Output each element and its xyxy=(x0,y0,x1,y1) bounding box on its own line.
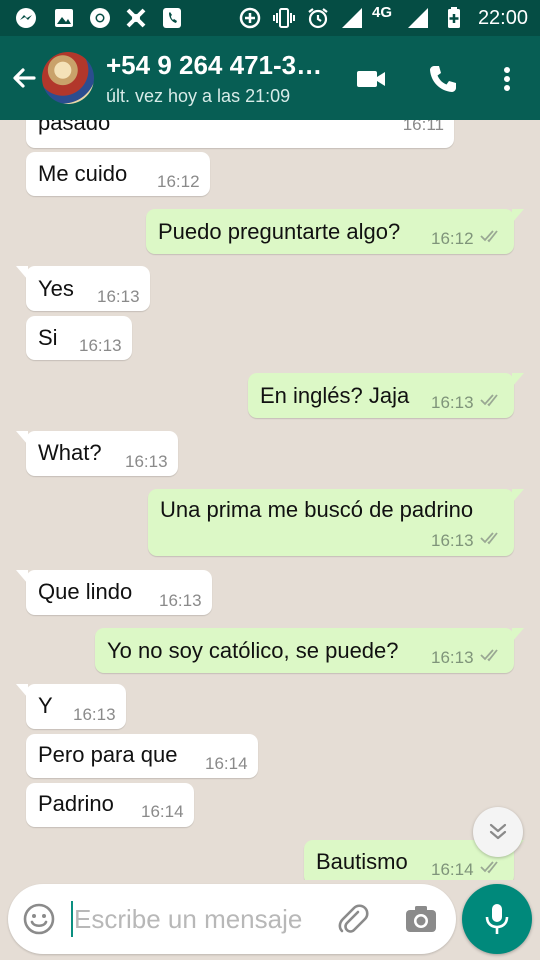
message-text: Una prima me buscó de padrino xyxy=(160,497,474,522)
message-time: 16:13 xyxy=(431,648,474,667)
read-ticks-icon xyxy=(480,861,498,874)
bubble-tail xyxy=(16,684,28,698)
gallery-icon xyxy=(55,9,73,27)
bubble-tail xyxy=(512,628,524,642)
signal-icon xyxy=(408,8,428,28)
status-bar: 4G 22:00 xyxy=(0,0,540,36)
message-text: Padrino xyxy=(38,791,114,816)
message-outgoing[interactable]: Puedo preguntarte algo? 16:12 xyxy=(146,209,524,254)
message-incoming[interactable]: Yes 16:13 xyxy=(16,266,150,311)
bubble-tail xyxy=(16,431,28,445)
message-time: 16:14 xyxy=(431,860,474,879)
message-outgoing[interactable]: En inglés? Jaja 16:13 xyxy=(248,373,524,418)
message-incoming[interactable]: Pero para que 16:14 xyxy=(26,734,258,778)
bubble-tail xyxy=(16,266,28,280)
read-ticks-icon xyxy=(480,394,498,407)
contact-avatar[interactable] xyxy=(42,52,94,104)
message-incoming[interactable]: What? 16:13 xyxy=(16,431,178,476)
chat-header: +54 9 264 471-3… últ. vez hoy a las 21:0… xyxy=(0,36,540,120)
bubble-tail xyxy=(512,489,524,503)
status-clock: 22:00 xyxy=(477,7,528,29)
video-call-icon[interactable] xyxy=(354,62,388,96)
message-incoming[interactable]: Padrino 16:14 xyxy=(26,783,194,827)
phone-app-icon xyxy=(163,8,181,28)
message-time: 16:14 xyxy=(205,754,248,773)
vibrate-icon xyxy=(273,8,295,28)
message-input[interactable]: Escribe un mensaje xyxy=(74,904,302,935)
message-text: Yo no soy católico, se puede? xyxy=(107,638,399,663)
message-text: Si xyxy=(38,325,58,350)
message-composer[interactable]: Escribe un mensaje xyxy=(8,884,456,954)
scroll-to-bottom-button[interactable] xyxy=(473,807,523,857)
message-incoming[interactable]: Que lindo 16:13 xyxy=(16,570,212,615)
message-incoming[interactable]: Si 16:13 xyxy=(26,316,132,360)
camera-icon[interactable] xyxy=(404,902,438,936)
text-cursor xyxy=(71,901,73,937)
more-vert-icon[interactable] xyxy=(490,62,524,96)
attach-icon[interactable] xyxy=(336,902,370,936)
emoji-icon[interactable] xyxy=(22,902,56,936)
network-type-label: 4G xyxy=(372,4,393,21)
chat-area[interactable]: pasado 16:11 Me cuido 16:12 Puedo pregun… xyxy=(0,120,540,880)
app-icon xyxy=(126,8,146,28)
mic-button[interactable] xyxy=(462,884,532,954)
message-incoming[interactable]: Y 16:13 xyxy=(16,684,126,729)
message-time: 16:13 xyxy=(431,531,474,550)
message-time: 16:12 xyxy=(157,172,200,191)
message-text: Que lindo xyxy=(38,579,133,604)
message-text: Bautismo xyxy=(316,849,408,874)
message-time: 16:13 xyxy=(431,393,474,412)
alarm-icon xyxy=(308,8,328,29)
message-text: Puedo preguntarte algo? xyxy=(158,219,401,244)
message-text: pasado xyxy=(38,120,111,135)
message-time: 16:13 xyxy=(79,336,122,355)
message-text: Yes xyxy=(38,276,74,301)
message-text: Me cuido xyxy=(38,161,128,186)
read-ticks-icon xyxy=(480,230,498,243)
read-ticks-icon xyxy=(480,649,498,662)
data-saver-icon xyxy=(239,7,261,29)
signal-icon xyxy=(342,8,362,28)
message-time: 16:14 xyxy=(141,802,184,821)
contact-name[interactable]: +54 9 264 471-3… xyxy=(106,50,322,81)
message-text: Y xyxy=(38,693,53,718)
message-time: 16:13 xyxy=(159,591,202,610)
bubble-tail xyxy=(512,209,524,223)
message-time: 16:13 xyxy=(73,705,116,724)
back-arrow-icon[interactable] xyxy=(8,62,40,94)
mic-icon xyxy=(485,904,509,934)
message-time: 16:12 xyxy=(431,229,474,248)
message-outgoing[interactable]: Yo no soy católico, se puede? 16:13 xyxy=(95,628,524,673)
bubble-tail xyxy=(16,570,28,584)
double-chevron-down-icon xyxy=(489,823,507,840)
message-text: What? xyxy=(38,440,102,465)
message-time: 16:13 xyxy=(125,452,168,471)
battery-charging-icon xyxy=(448,7,460,28)
message-incoming[interactable]: pasado 16:11 xyxy=(26,120,454,148)
message-time: 16:11 xyxy=(402,120,444,134)
last-seen-status: últ. vez hoy a las 21:09 xyxy=(106,86,291,106)
message-incoming[interactable]: Me cuido 16:12 xyxy=(26,152,210,196)
phone-icon[interactable] xyxy=(426,62,460,96)
message-text: Pero para que xyxy=(38,742,178,767)
messenger-icon xyxy=(16,8,36,28)
message-text: En inglés? Jaja xyxy=(260,383,410,408)
message-outgoing[interactable]: Una prima me buscó de padrino 16:13 xyxy=(148,489,524,556)
chrome-icon xyxy=(90,8,110,28)
read-ticks-icon xyxy=(480,532,498,545)
message-time: 16:13 xyxy=(97,287,140,306)
bubble-tail xyxy=(512,373,524,387)
